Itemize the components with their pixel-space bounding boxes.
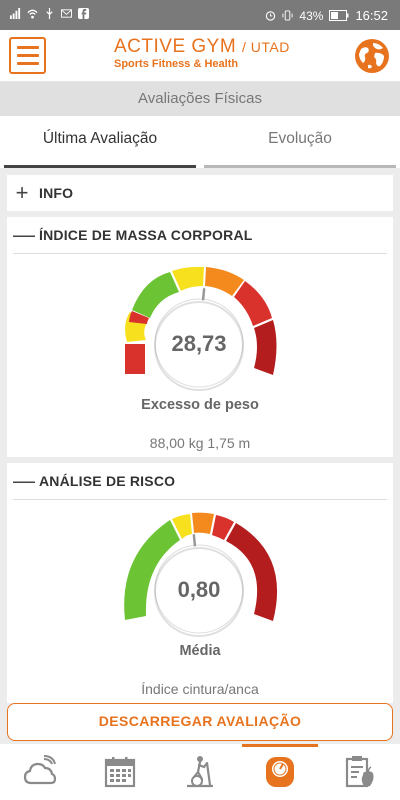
- card-title: INFO: [39, 185, 74, 201]
- nav-item-evaluations[interactable]: [240, 744, 320, 800]
- gauge-segment-red: [234, 281, 272, 326]
- bmi-gauge: 28,73: [125, 266, 277, 391]
- info-card-header[interactable]: + INFO: [7, 175, 393, 211]
- nav-item-weather[interactable]: [0, 744, 80, 800]
- facebook-icon: [78, 8, 89, 19]
- risk-gauge: 0,80: [124, 512, 278, 637]
- gauge-segment-darkred: [254, 320, 277, 375]
- tab-evolucao[interactable]: Evolução: [200, 116, 400, 168]
- status-bar: 43% 16:52: [0, 0, 400, 30]
- tab-ultima-avaliacao[interactable]: Última Avaliação: [0, 116, 200, 168]
- bmi-card: — ÍNDICE DE MASSA CORPORAL 28,73 Excesso…: [7, 217, 393, 457]
- risk-card: — ANÁLISE DE RISCO 0,80 Média Índice cin…: [7, 463, 393, 703]
- gauge-value: 0,80: [178, 577, 221, 602]
- gauge-value: 28,73: [171, 331, 226, 356]
- info-card[interactable]: + INFO: [7, 175, 393, 211]
- clock: 16:52: [355, 8, 388, 23]
- battery-percent: 43%: [299, 8, 324, 23]
- risk-index-label: Índice cintura/anca: [141, 681, 259, 697]
- tab-label: Última Avaliação: [42, 130, 158, 147]
- wifi-icon: [27, 9, 38, 19]
- signal-icon: [10, 8, 21, 19]
- brand-suffix: / UTAD: [241, 39, 290, 55]
- battery-icon: [329, 10, 349, 21]
- risk-classification: Média: [179, 643, 221, 659]
- divider: [13, 499, 387, 500]
- gauge-segment-red: [125, 344, 145, 374]
- card-title: ANÁLISE DE RISCO: [39, 473, 176, 489]
- brand-title: ACTIVE GYM: [114, 36, 237, 57]
- risk-card-header[interactable]: — ANÁLISE DE RISCO: [7, 463, 393, 499]
- app-header: ACTIVE GYM / UTAD Sports Fitness & Healt…: [0, 30, 400, 82]
- elliptical-trainer-icon: [187, 756, 213, 788]
- globe-icon[interactable]: [353, 37, 391, 75]
- bottom-navigation: [0, 744, 400, 800]
- status-icons-right: 43% 16:52: [265, 8, 388, 23]
- download-evaluation-button[interactable]: DESCARREGAR AVALIAÇÃO: [7, 703, 393, 741]
- brand-title-row: ACTIVE GYM / UTAD: [114, 36, 304, 58]
- calendar-icon: [104, 757, 136, 788]
- expand-icon: +: [15, 180, 29, 205]
- nav-item-nutrition[interactable]: [320, 744, 400, 800]
- tab-label: Evolução: [268, 130, 332, 147]
- page-title: Avaliações Físicas: [0, 82, 400, 116]
- menu-button[interactable]: [9, 37, 46, 74]
- usb-icon: [46, 8, 53, 19]
- divider: [13, 253, 387, 254]
- status-icons-left: [10, 8, 89, 19]
- brand-tagline: Sports Fitness & Health: [114, 58, 239, 70]
- gauge-needle: [201, 287, 206, 301]
- clipboard-nutrition-icon: [345, 756, 374, 788]
- collapse-icon: —: [13, 468, 35, 493]
- card-title: ÍNDICE DE MASSA CORPORAL: [39, 227, 253, 243]
- tab-bar: Última Avaliação Evolução: [0, 116, 400, 168]
- collapse-icon: —: [13, 222, 35, 247]
- bmi-card-header[interactable]: — ÍNDICE DE MASSA CORPORAL: [7, 217, 393, 253]
- alarm-icon: [266, 11, 276, 21]
- bmi-measurements: 88,00 kg 1,75 m: [149, 435, 251, 451]
- gmail-icon: [61, 9, 72, 18]
- scale-icon: [266, 757, 294, 787]
- hamburger-icon-bar: [16, 62, 39, 65]
- gauge-segment-orange: [192, 512, 214, 534]
- nav-item-training[interactable]: [160, 744, 240, 800]
- tab-indicator: [204, 165, 396, 168]
- bmi-classification: Excesso de peso: [141, 397, 259, 413]
- tab-indicator: [4, 165, 196, 168]
- hamburger-icon-bar: [16, 54, 39, 57]
- nav-item-calendar[interactable]: [80, 744, 160, 800]
- weather-cloud-icon: [23, 755, 57, 785]
- gauge-needle: [192, 533, 197, 547]
- hamburger-icon-bar: [16, 46, 39, 49]
- vibrate-icon: [282, 10, 293, 21]
- brand-logo: ACTIVE GYM / UTAD Sports Fitness & Healt…: [114, 36, 304, 71]
